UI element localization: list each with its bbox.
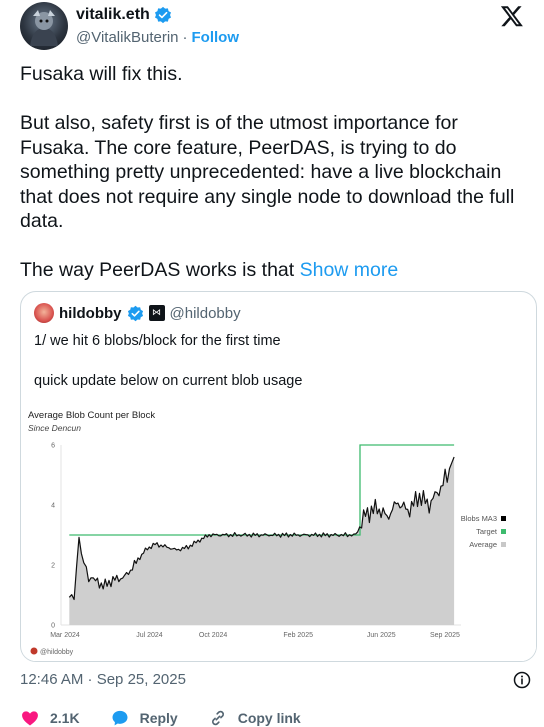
legend-label-average: Average: [469, 540, 497, 549]
show-more-link[interactable]: Show more: [300, 259, 399, 281]
blob-chart: Average Blob Count per Block Since Dencu…: [23, 403, 536, 661]
blob-chart-image: Average Blob Count per Block Since Dencu…: [23, 403, 536, 661]
tweet-paragraph-3-text: The way PeerDAS works is that: [20, 259, 300, 281]
quoted-tweet[interactable]: hildobby ⋈ @hildobby 1/ we hit 6 blobs/b…: [20, 291, 537, 662]
verified-badge-icon: [154, 6, 171, 24]
watermark-avatar: [30, 647, 38, 655]
x-tick-label: Jul 2024: [136, 632, 163, 639]
quoted-line-1: 1/ we hit 6 blobs/block for the first ti…: [34, 333, 281, 349]
like-button[interactable]: 2.1K: [20, 708, 80, 727]
legend-swatch-ma3: [501, 516, 506, 521]
x-tick-label: Feb 2025: [283, 632, 313, 639]
quoted-text: 1/ we hit 6 blobs/block for the first ti…: [34, 331, 302, 391]
affiliation-badge-icon: ⋈: [148, 305, 165, 321]
author-avatar[interactable]: [20, 2, 68, 50]
like-count: 2.1K: [50, 710, 80, 726]
quoted-header: hildobby ⋈ @hildobby: [34, 303, 241, 323]
legend-swatch-target: [501, 529, 506, 534]
legend-label-target: Target: [476, 527, 498, 536]
quoted-line-2: quick update below on current blob usage: [34, 373, 303, 389]
follow-button[interactable]: Follow: [192, 29, 240, 46]
y-tick-label: 0: [51, 623, 55, 630]
link-icon: [211, 710, 224, 726]
tweet-paragraph-3: The way PeerDAS works is that Show more: [20, 258, 525, 283]
y-tick-label: 6: [51, 443, 55, 450]
y-tick-label: 2: [51, 563, 55, 570]
reply-button[interactable]: Reply: [110, 708, 178, 727]
x-tick-label: Mar 2024: [50, 632, 80, 639]
tweet-header: vitalik.eth @VitalikButerin · Follow: [0, 0, 544, 60]
copy-link-label: Copy link: [237, 710, 301, 726]
quoted-avatar: [34, 303, 54, 323]
verified-badge-icon: [127, 305, 143, 321]
tweet-text: Fusaka will fix this. But also, safety f…: [20, 62, 525, 307]
x-tick-label: Oct 2024: [199, 632, 228, 639]
x-tick-label: Sep 2025: [430, 632, 460, 639]
author-name-row: vitalik.eth: [76, 6, 172, 24]
chart-watermark: @hildobby: [40, 649, 74, 656]
quoted-handle: @hildobby: [169, 304, 241, 322]
heart-icon: [22, 711, 38, 726]
action-bar: 2.1K Reply Copy link: [20, 708, 331, 727]
tweet-paragraph-2: But also, safety first is of the utmost …: [20, 112, 515, 232]
x-logo-icon[interactable]: [500, 4, 524, 28]
info-icon[interactable]: [512, 670, 532, 690]
legend-label-ma3: Blobs MA3: [461, 514, 497, 523]
copy-link-button[interactable]: Copy link: [208, 708, 301, 727]
y-tick-label: 4: [51, 503, 55, 510]
quoted-name: hildobby: [59, 304, 122, 322]
x-tick-label: Jun 2025: [367, 632, 396, 639]
author-display-name[interactable]: vitalik.eth: [76, 6, 150, 24]
reply-icon: [112, 710, 128, 726]
tweet-timestamp[interactable]: 12:46 AM · Sep 25, 2025: [20, 671, 186, 688]
chart-subtitle: Since Dencun: [28, 423, 81, 433]
author-handle[interactable]: @VitalikButerin: [76, 29, 179, 46]
reply-label: Reply: [139, 710, 178, 726]
separator-dot: ·: [182, 29, 188, 46]
tweet-paragraph-1: Fusaka will fix this.: [20, 63, 183, 85]
legend-swatch-average: [501, 542, 506, 547]
chart-title: Average Blob Count per Block: [28, 410, 155, 421]
author-handle-row: @VitalikButerin · Follow: [76, 29, 239, 46]
